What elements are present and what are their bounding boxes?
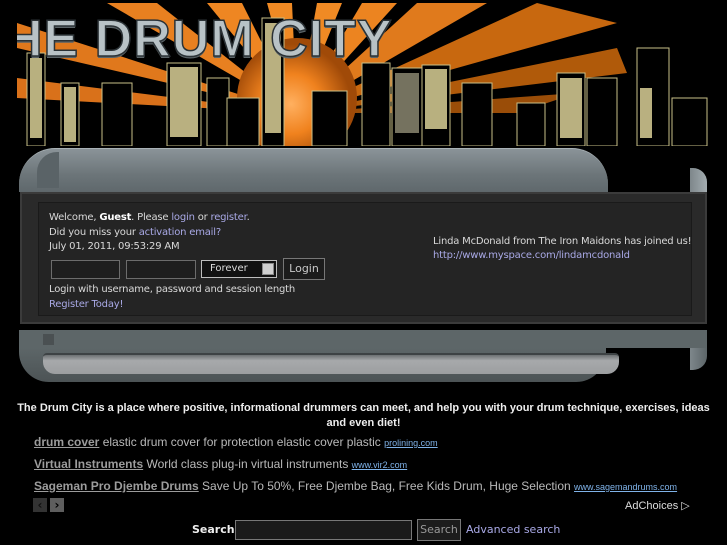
current-datetime: July 01, 2011, 09:53:29 AM xyxy=(49,241,180,252)
ad-title[interactable]: drum cover xyxy=(34,435,99,449)
dropdown-arrow-icon[interactable] xyxy=(262,263,274,275)
login-button[interactable]: Login xyxy=(283,258,325,280)
advanced-search-link[interactable]: Advanced search xyxy=(466,523,560,536)
site-description: The Drum City is a place where positive,… xyxy=(17,402,710,429)
login-link[interactable]: login xyxy=(171,212,195,223)
please-text: . Please xyxy=(131,212,172,223)
welcome-text: Welcome, xyxy=(49,212,100,223)
site-banner[interactable]: HE DRUM CITY xyxy=(17,3,727,146)
panel-top-frame xyxy=(19,148,608,192)
search-button[interactable]: Search xyxy=(417,519,461,541)
welcome-line: Welcome, Guest. Please login or register… xyxy=(49,212,250,223)
activation-email-link[interactable]: activation email? xyxy=(139,227,221,238)
panel-tray-frame xyxy=(19,348,619,382)
ad-url[interactable]: www.vir2.com xyxy=(352,460,408,470)
site-logo-title: HE DRUM CITY xyxy=(17,9,393,69)
ad-title[interactable]: Sageman Pro Djembe Drums xyxy=(34,479,199,493)
ad-text: elastic drum cover for protection elasti… xyxy=(99,435,385,449)
ad-item[interactable]: drum cover elastic drum cover for protec… xyxy=(34,435,438,449)
register-today-link[interactable]: Register Today! xyxy=(49,299,123,310)
login-hint: Login with username, password and sessio… xyxy=(49,284,296,295)
ad-next-button[interactable]: › xyxy=(50,498,64,512)
session-length-value: Forever xyxy=(210,263,248,274)
panel-bottom-frame xyxy=(19,330,707,348)
ad-item[interactable]: Sageman Pro Djembe Drums Save Up To 50%,… xyxy=(34,479,677,493)
ad-text: Save Up To 50%, Free Djembe Bag, Free Ki… xyxy=(198,479,575,493)
username-input[interactable] xyxy=(51,260,120,279)
ad-item[interactable]: Virtual Instruments World class plug-in … xyxy=(34,457,407,471)
period-text: . xyxy=(246,212,250,223)
panel-tray-right-frame xyxy=(690,348,707,370)
ad-title[interactable]: Virtual Instruments xyxy=(34,457,143,471)
ad-url[interactable]: www.sagemandrums.com xyxy=(574,482,677,492)
session-length-select[interactable]: Forever xyxy=(201,260,277,278)
activation-prompt: Did you miss your xyxy=(49,227,139,238)
chevron-left-icon: ‹ xyxy=(37,498,43,512)
chevron-right-icon: › xyxy=(54,498,60,512)
activation-line: Did you miss your activation email? xyxy=(49,227,221,238)
guest-name: Guest xyxy=(99,212,132,223)
panel-toggle-icon[interactable] xyxy=(43,334,54,345)
register-link[interactable]: register xyxy=(211,212,247,223)
ad-prev-button[interactable]: ‹ xyxy=(33,498,47,512)
ad-text: World class plug-in virtual instruments xyxy=(143,457,352,471)
panel-top-right-frame xyxy=(690,168,707,192)
search-label: Search: xyxy=(192,523,239,536)
ad-url[interactable]: prolining.com xyxy=(384,438,438,448)
password-input[interactable] xyxy=(126,260,196,279)
adchoices-link[interactable]: AdChoices ▷ xyxy=(625,499,690,512)
news-link[interactable]: http://www.myspace.com/lindamcdonald xyxy=(433,250,630,261)
panel-tray-slot xyxy=(43,353,619,374)
search-input[interactable] xyxy=(235,520,412,540)
or-text: or xyxy=(194,212,211,223)
news-headline: Linda McDonald from The Iron Maidons has… xyxy=(433,236,692,247)
